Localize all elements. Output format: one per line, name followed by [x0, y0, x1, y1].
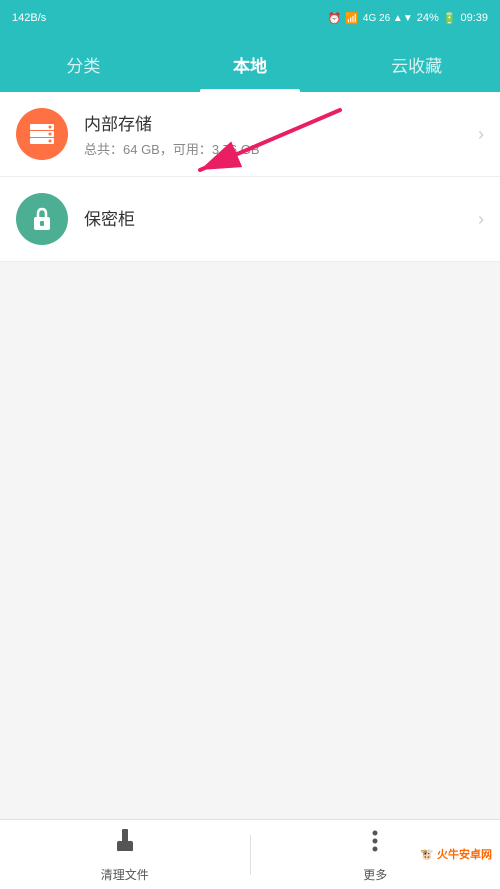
secret-box-item[interactable]: 保密柜 › [0, 177, 500, 262]
lock-icon [30, 205, 54, 233]
tab-classify[interactable]: 分类 [0, 36, 167, 92]
storage-content: 内部存储 总共：64 GB，可用：3.76 GB [84, 110, 478, 158]
secret-content: 保密柜 [84, 205, 478, 234]
battery-text: 24% [417, 12, 439, 24]
clean-files-label: 清理文件 [101, 866, 149, 883]
storage-icon-bg [16, 108, 68, 160]
tab-bar: 分类 本地 云收藏 [0, 36, 500, 92]
watermark-text: 🐮 火牛安卓网 [420, 846, 492, 862]
secret-title: 保密柜 [84, 205, 478, 230]
storage-chevron: › [478, 124, 484, 145]
signal-icon: 4G 26 ▲▼ [363, 13, 413, 24]
tab-cloud[interactable]: 云收藏 [333, 36, 500, 92]
status-icons: ⏰ 📶 4G 26 ▲▼ 24% 🔋 09:39 [328, 12, 489, 25]
clean-files-button[interactable]: 清理文件 [0, 827, 250, 883]
clock-icon: ⏰ [328, 12, 342, 25]
secret-chevron: › [478, 209, 484, 230]
wifi-icon: 📶 [345, 12, 359, 25]
storage-title: 内部存储 [84, 110, 478, 135]
storage-icon [28, 120, 56, 148]
time-display: 09:39 [460, 12, 488, 24]
status-speed: 142B/s [12, 0, 46, 36]
watermark: 🐮 火牛安卓网 [350, 819, 500, 889]
main-content: 内部存储 总共：64 GB，可用：3.76 GB › 保密柜 › [0, 92, 500, 819]
status-bar: 142B/s ⏰ 📶 4G 26 ▲▼ 24% 🔋 09:39 [0, 0, 500, 36]
bottom-bar: 清理文件 更多 🐮 火牛安卓网 [0, 819, 500, 889]
lock-icon-bg [16, 193, 68, 245]
broom-icon [111, 827, 139, 862]
internal-storage-item[interactable]: 内部存储 总共：64 GB，可用：3.76 GB › [0, 92, 500, 177]
storage-subtitle: 总共：64 GB，可用：3.76 GB [84, 139, 478, 158]
battery-icon: 🔋 [443, 12, 457, 25]
tab-local[interactable]: 本地 [167, 36, 334, 92]
